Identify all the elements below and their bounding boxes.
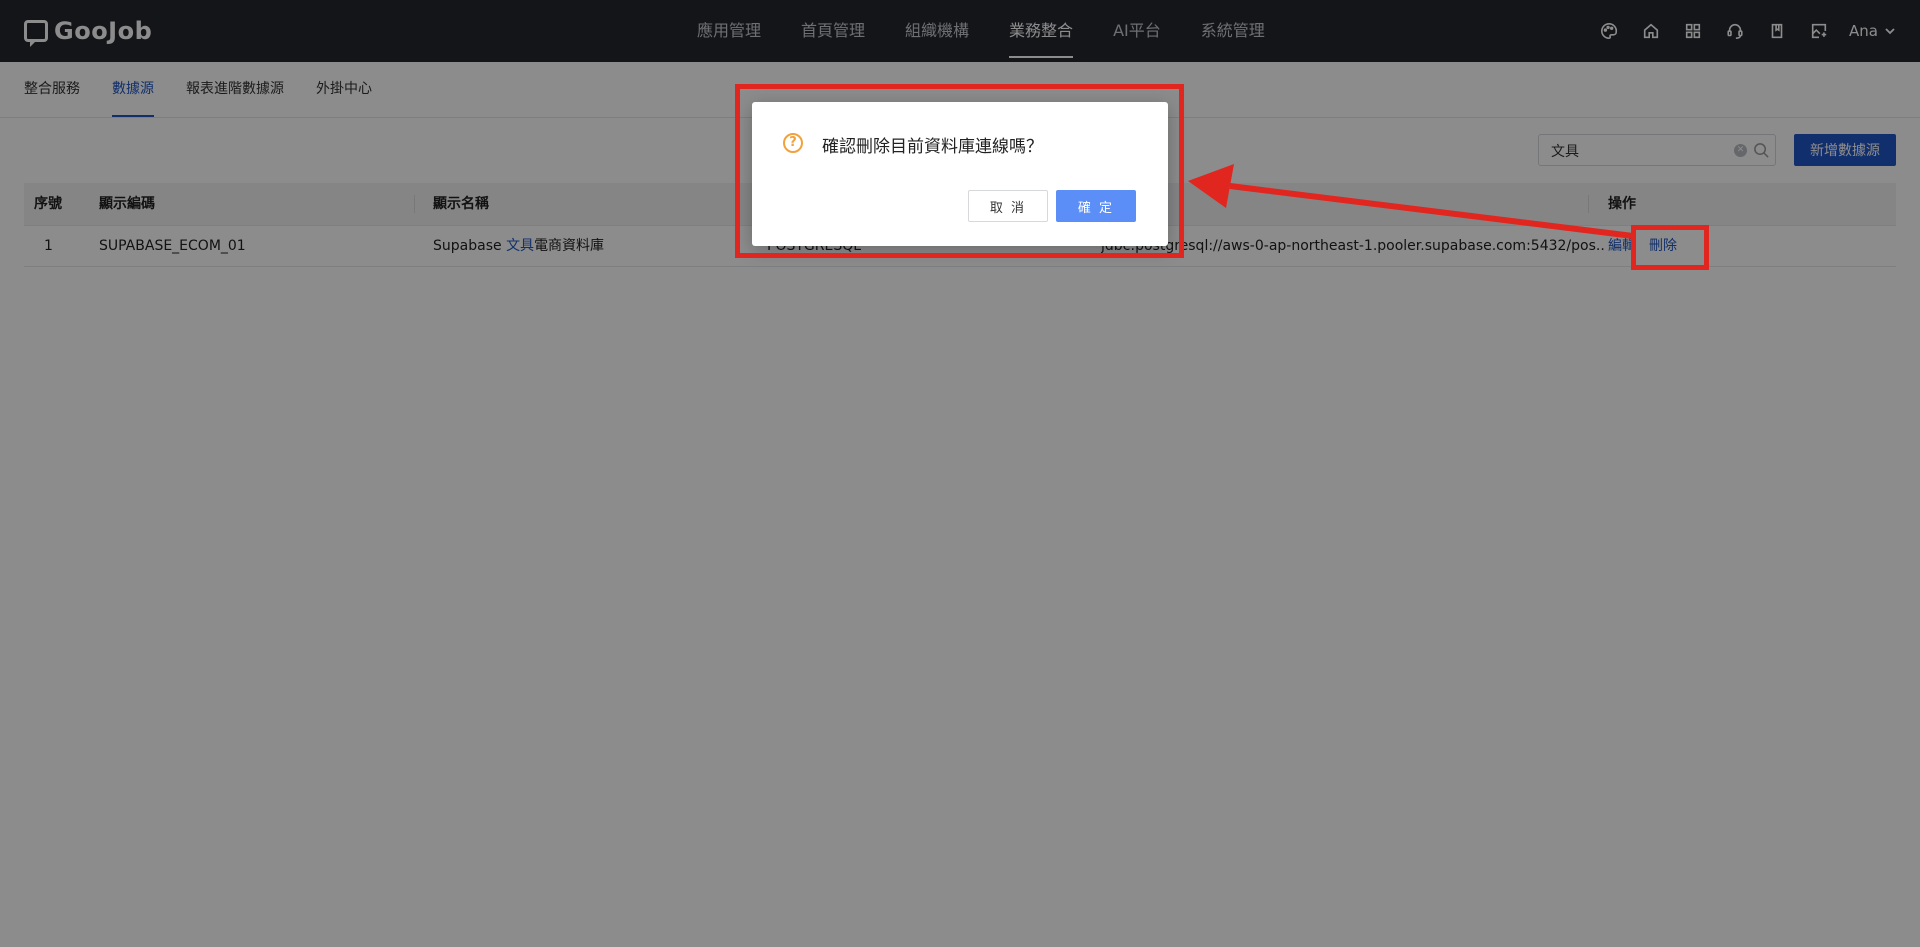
annotation-highlight-dialog bbox=[735, 84, 1184, 258]
annotation-highlight-delete bbox=[1631, 225, 1709, 270]
